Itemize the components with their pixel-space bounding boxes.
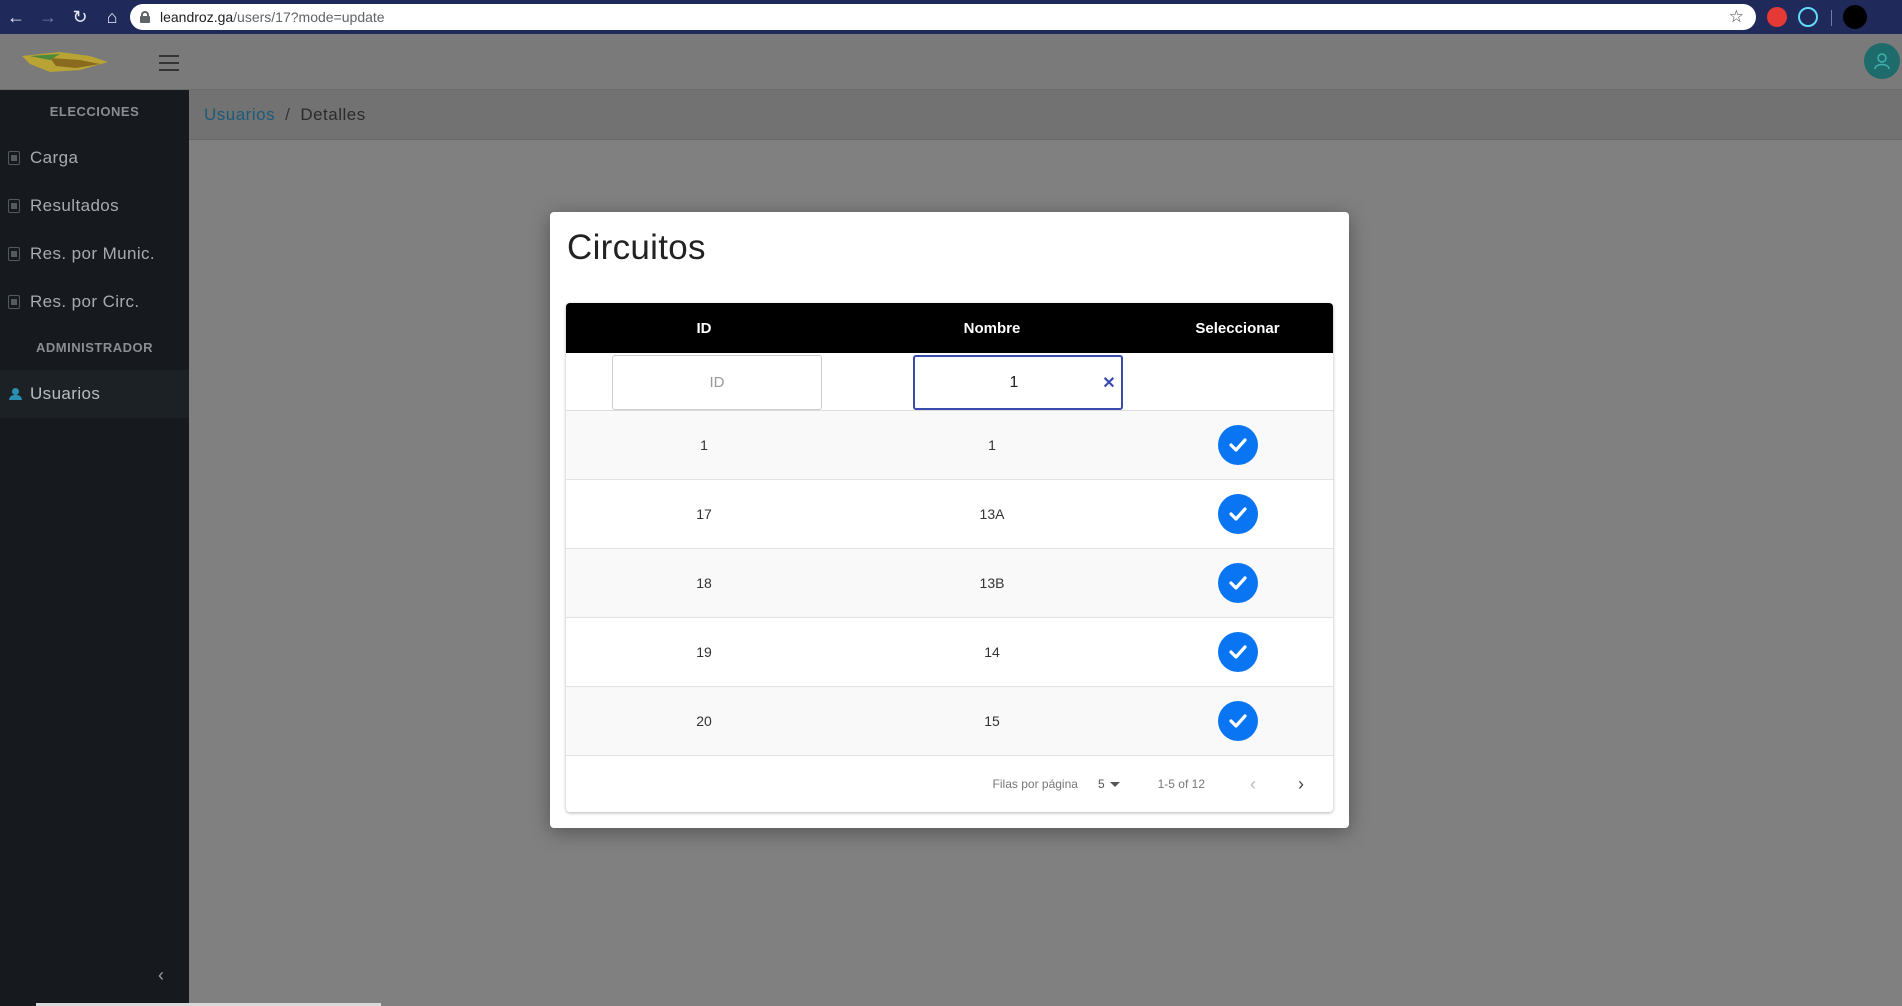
circuitos-dialog: Circuitos ID Nombre Seleccionar ✕ 1 1 17…: [550, 212, 1349, 828]
cell-id: 17: [696, 506, 712, 522]
breadcrumb-link-usuarios[interactable]: Usuarios: [204, 105, 275, 125]
cell-id: 18: [696, 575, 712, 591]
users-icon: [8, 388, 24, 400]
circuitos-table: ID Nombre Seleccionar ✕ 1 1 17 13A 18 13…: [566, 303, 1333, 812]
address-bar[interactable]: leandroz.ga/users/17?mode=update ☆: [130, 4, 1756, 30]
chart-icon: [8, 295, 20, 309]
check-icon: [1228, 645, 1247, 659]
user-icon: [1874, 53, 1890, 70]
file-icon: [8, 151, 20, 165]
cell-id: 19: [696, 644, 712, 660]
extension-adblock-icon[interactable]: [1767, 7, 1787, 27]
select-check-button[interactable]: [1217, 494, 1258, 534]
app-header: [0, 34, 1902, 90]
table-pagination: Filas por página 5 1-5 of 12 ‹ ›: [566, 756, 1333, 812]
cell-nombre: 13B: [979, 575, 1005, 591]
sidebar-item-carga[interactable]: Carga: [0, 134, 189, 182]
sidebar-section-elecciones: ELECCIONES: [49, 104, 140, 119]
rows-per-page-value: 5: [1097, 777, 1105, 791]
profile-avatar-icon[interactable]: [1843, 5, 1867, 29]
table-row: 1 1: [566, 411, 1333, 480]
cell-id: 1: [700, 437, 708, 453]
toolbar-divider: [1831, 10, 1832, 26]
check-icon: [1228, 507, 1247, 521]
sidebar-item-res-circ[interactable]: Res. por Circ.: [0, 278, 189, 326]
dialog-title: Circuitos: [567, 228, 706, 267]
breadcrumb-separator: /: [285, 104, 291, 124]
select-check-button[interactable]: [1217, 701, 1258, 741]
breadcrumb-current: Detalles: [300, 104, 366, 124]
table-row: 17 13A: [566, 480, 1333, 549]
nombre-filter-input[interactable]: [929, 373, 1099, 392]
app-logo: [22, 52, 108, 72]
column-header-nombre[interactable]: Nombre: [842, 320, 1142, 337]
cell-nombre: 1: [988, 437, 996, 453]
reload-icon[interactable]: ↻: [64, 0, 96, 34]
home-icon[interactable]: ⌂: [96, 0, 128, 34]
check-icon: [1228, 438, 1247, 452]
sidebar-item-label: Usuarios: [30, 384, 101, 403]
column-header-id[interactable]: ID: [566, 320, 842, 337]
column-header-seleccionar: Seleccionar: [1195, 319, 1280, 337]
sidebar: ELECCIONES Carga Resultados Res. por Mun…: [0, 90, 189, 1006]
sidebar-item-res-munic[interactable]: Res. por Munic.: [0, 230, 189, 278]
select-check-button[interactable]: [1217, 563, 1258, 603]
back-icon[interactable]: ←: [0, 0, 32, 34]
table-header: ID Nombre Seleccionar: [566, 303, 1333, 353]
table-row: 19 14: [566, 618, 1333, 687]
browser-toolbar: ← → ↻ ⌂ leandroz.ga/users/17?mode=update…: [0, 0, 1902, 34]
rows-per-page-label: Filas por página: [992, 777, 1078, 791]
filter-row: ✕: [566, 353, 1333, 411]
cell-nombre: 13A: [979, 506, 1005, 522]
url-path: /users/17?mode=update: [233, 9, 385, 25]
user-avatar[interactable]: [1864, 43, 1900, 79]
select-check-button[interactable]: [1217, 632, 1258, 672]
table-row: 18 13B: [566, 549, 1333, 618]
check-icon: [1228, 576, 1247, 590]
sidebar-section-administrador: ADMINISTRADOR: [36, 340, 153, 355]
breadcrumb: Usuarios / Detalles: [189, 90, 1902, 140]
cell-id: 20: [696, 713, 712, 729]
bookmark-star-icon[interactable]: ☆: [1729, 7, 1744, 27]
cell-nombre: 15: [984, 713, 1000, 729]
next-page-icon[interactable]: ›: [1289, 772, 1313, 796]
check-icon: [1228, 714, 1247, 728]
id-filter-input[interactable]: [612, 355, 822, 410]
lock-icon: [140, 11, 150, 23]
sidebar-item-usuarios[interactable]: Usuarios: [0, 370, 189, 418]
sidebar-item-label: Res. por Munic.: [30, 244, 156, 263]
cell-nombre: 14: [984, 644, 1000, 660]
chart-icon: [8, 247, 20, 261]
sidebar-item-resultados[interactable]: Resultados: [0, 182, 189, 230]
chart-icon: [8, 199, 20, 213]
nombre-filter-field: ✕: [913, 355, 1123, 410]
forward-icon[interactable]: →: [32, 0, 64, 34]
caret-down-icon: [1109, 781, 1120, 787]
sidebar-item-label: Resultados: [30, 196, 120, 215]
sidebar-item-label: Res. por Circ.: [30, 292, 140, 311]
rows-per-page-select[interactable]: 5: [1098, 777, 1120, 791]
table-row: 20 15: [566, 687, 1333, 756]
select-check-button[interactable]: [1217, 425, 1258, 465]
url-host: leandroz.ga: [160, 9, 234, 25]
previous-page-icon[interactable]: ‹: [1241, 772, 1265, 796]
menu-toggle-icon[interactable]: [159, 55, 179, 71]
collapse-sidebar-icon[interactable]: ‹: [158, 965, 164, 986]
clear-filter-icon[interactable]: ✕: [1099, 373, 1119, 393]
sidebar-item-label: Carga: [30, 148, 79, 167]
extension-react-icon[interactable]: [1798, 7, 1818, 27]
page-range: 1-5 of 12: [1157, 777, 1205, 791]
